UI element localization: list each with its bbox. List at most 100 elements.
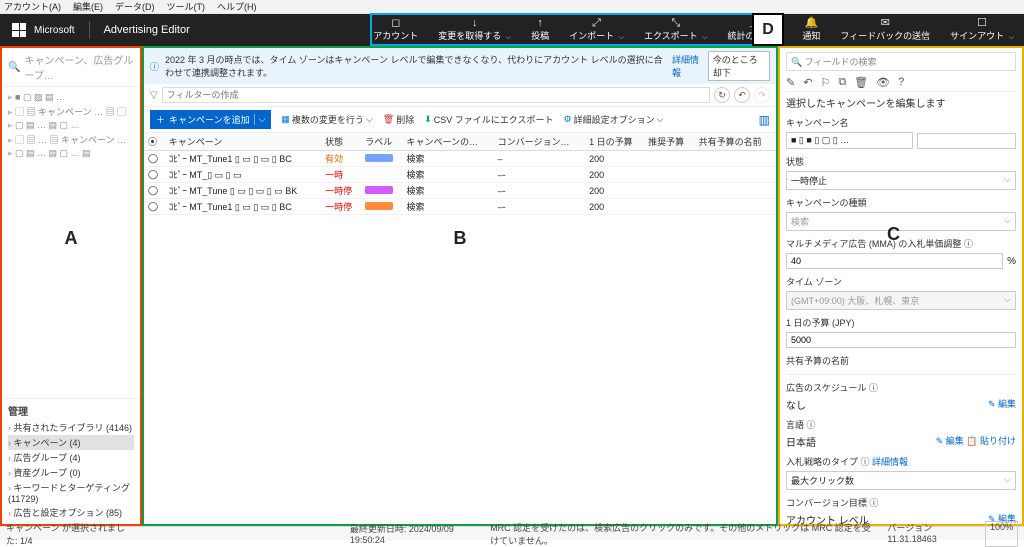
- nav-icon: ⤴: [749, 18, 760, 29]
- column-header[interactable]: 状態: [321, 133, 361, 151]
- tree-item[interactable]: ▢ ▤ … ▤ キャンペーン …: [8, 132, 134, 147]
- management-section: 管理 共有されたライブラリ (4146)キャンペーン (4)広告グループ (4)…: [2, 398, 140, 524]
- center-pane: ⓘ 2022 年 3 月の時点では、タイム ゾーンはキャンペーン レベルで編集で…: [142, 46, 778, 526]
- pencil-icon[interactable]: ✎: [786, 76, 795, 89]
- detail-options-button[interactable]: ⚙ 詳細設定オプション ⌵: [564, 113, 664, 126]
- annotation-letter-c: C: [887, 224, 900, 245]
- multi-edit-button[interactable]: ▦ 複数の変更を行う ⌵: [281, 113, 372, 126]
- campaign-name-input[interactable]: [917, 133, 1017, 149]
- info-icon: ⓘ: [150, 60, 159, 73]
- column-header[interactable]: 1 日の予算: [585, 133, 644, 151]
- label-shared-budget: 共有予算の名前: [786, 354, 1016, 367]
- preview-icon[interactable]: 👁: [876, 76, 890, 89]
- nav-icon: 🔔: [804, 18, 818, 29]
- field-search[interactable]: 🔍 フィールドの検索: [786, 52, 1016, 71]
- undo-icon[interactable]: ↶: [803, 76, 812, 89]
- nav-item[interactable]: ◻アカウント: [363, 14, 428, 46]
- columns-icon[interactable]: ▥: [759, 113, 770, 127]
- export-csv-button[interactable]: ⬇ CSV ファイルにエクスポート: [424, 113, 553, 126]
- mgmt-item[interactable]: キーワードとターゲティング (11729): [8, 480, 134, 505]
- column-header[interactable]: 共有予算の名前: [695, 133, 776, 151]
- tree-item[interactable]: ▢ ▤ … ▤ ▢ …: [8, 119, 134, 132]
- menu-item[interactable]: アカウント(A): [4, 0, 61, 13]
- add-campaign-button[interactable]: ＋ キャンペーンを追加 ⌵: [150, 110, 271, 129]
- nav-item[interactable]: ↓変更を取得する ⌵: [428, 14, 521, 46]
- column-header[interactable]: キャンペーン: [165, 133, 321, 151]
- mgmt-item[interactable]: 広告と設定オプション (85): [8, 505, 134, 520]
- top-nav: ◻アカウント↓変更を取得する ⌵↑投稿⤢インポート ⌵⤡エクスポート ⌵⤴統計の…: [363, 14, 1024, 46]
- menu-item[interactable]: データ(D): [115, 0, 155, 13]
- status-mrc: MRC 認定を受けたのは、検索広告のクリックのみです。その他のメトリックは MR…: [490, 521, 873, 547]
- column-header[interactable]: ⦿: [144, 133, 165, 151]
- filter-icon: ▽: [150, 90, 158, 101]
- filter-row: ▽ ↻ ↶ ↷: [144, 84, 776, 107]
- table-row[interactable]: ◯ｺﾋﾟｰ MT_Tune ▯ ▭ ▯ ▭ ▯ ▭ BK一時停検索–-200: [144, 183, 776, 199]
- search-icon: 🔍: [8, 62, 20, 73]
- label-language: 言語 ⓘ: [786, 418, 1016, 431]
- flag-icon[interactable]: ⚐: [820, 76, 830, 89]
- language-edit-link[interactable]: ✎ 編集 📋 貼り付け: [936, 434, 1016, 447]
- status-zoom[interactable]: 100%: [985, 521, 1018, 547]
- info-dismiss-button[interactable]: 今のところ却下: [708, 51, 770, 81]
- nav-item[interactable]: 🔔通知: [792, 14, 830, 46]
- mgmt-item[interactable]: 資産グループ (0): [8, 465, 134, 480]
- label-status: 状態: [786, 155, 1016, 168]
- nav-item[interactable]: ⤡エクスポート ⌵: [634, 14, 718, 46]
- mma-input[interactable]: [786, 253, 1003, 269]
- redo-button[interactable]: ↷: [754, 87, 770, 103]
- menubar: アカウント(A) 編集(E) データ(D) ツール(T) ヘルプ(H): [0, 0, 1024, 14]
- brand: Microsoft Advertising Editor: [0, 21, 202, 39]
- info-text: 2022 年 3 月の時点では、タイム ゾーンはキャンペーン レベルで編集できな…: [165, 53, 666, 79]
- column-header[interactable]: ラベル: [361, 133, 402, 151]
- tree-item[interactable]: ■ ▢ ▨ ▤ …: [8, 91, 134, 104]
- center-toolbar: ＋ キャンペーンを追加 ⌵ ▦ 複数の変更を行う ⌵ 🗑 削除 ⬇ CSV ファ…: [144, 107, 776, 133]
- label-campaign-name: キャンペーン名: [786, 116, 1016, 129]
- bid-info-link[interactable]: 詳細情報: [872, 457, 908, 467]
- table-row[interactable]: ◯ｺﾋﾟｰ MT_Tune1 ▯ ▭ ▯ ▭ ▯ BC一時停検索–-200: [144, 199, 776, 215]
- refresh-button[interactable]: ↻: [714, 87, 730, 103]
- mgmt-item[interactable]: 広告グループ (4): [8, 450, 134, 465]
- label-conversion: コンバージョン目標 ⓘ: [786, 496, 1016, 509]
- column-header[interactable]: 推奨予算: [644, 133, 694, 151]
- campaign-grid[interactable]: ⦿キャンペーン状態ラベルキャンペーンの…コンバージョン…1 日の予算推奨予算共有…: [144, 133, 776, 524]
- menu-item[interactable]: ツール(T): [167, 0, 206, 13]
- nav-icon: ⤡: [671, 18, 680, 29]
- nav-item[interactable]: ☐サインアウト ⌵: [940, 14, 1024, 46]
- undo-button[interactable]: ↶: [734, 87, 750, 103]
- help-icon[interactable]: ?: [898, 76, 904, 89]
- copy-icon[interactable]: ⧉: [838, 76, 846, 89]
- nav-item[interactable]: ✉フィードバックの送信: [830, 14, 940, 46]
- status-updated: 最終更新日時: 2024/09/09 19:50:24: [350, 522, 474, 545]
- table-row[interactable]: ◯ｺﾋﾟｰ MT_▯ ▭ ▯ ▭一時検索–-200: [144, 167, 776, 183]
- delete-button[interactable]: 🗑 削除: [383, 113, 414, 126]
- annotation-letter-a: A: [2, 228, 140, 249]
- table-row[interactable]: ◯ｺﾋﾟｰ MT_Tune1 ▯ ▭ ▯ ▭ ▯ BC有効検索–200: [144, 151, 776, 167]
- mgmt-item[interactable]: 共有されたライブラリ (4146): [8, 420, 134, 435]
- column-header[interactable]: コンバージョン…: [494, 133, 585, 151]
- left-pane: 🔍 キャンペーン、広告グループ… ■ ▢ ▨ ▤ …▢ ▤ キャンペーン … ▤…: [0, 46, 142, 526]
- budget-input[interactable]: [786, 332, 1016, 348]
- tree-item[interactable]: ▢ ▤ キャンペーン … ▤ ▢: [8, 104, 134, 119]
- info-link[interactable]: 詳細情報: [672, 53, 702, 79]
- bid-strategy-dropdown[interactable]: 最大クリック数: [786, 471, 1016, 490]
- nav-item[interactable]: ⤢インポート ⌵: [559, 14, 634, 46]
- nav-item[interactable]: ↑投稿: [521, 14, 559, 46]
- column-header[interactable]: キャンペーンの…: [403, 133, 494, 151]
- mgmt-item[interactable]: キャンペーン (4): [8, 435, 134, 450]
- campaign-name-display: ■ ▯ ■ ▯ ▢ ▯ …: [786, 132, 913, 149]
- tree-item[interactable]: ▢ ▤ … ▤ ▢ … ▤: [8, 147, 134, 160]
- left-search[interactable]: 🔍 キャンペーン、広告グループ…: [2, 48, 140, 87]
- filter-input[interactable]: [162, 87, 710, 103]
- nav-icon: ☐: [977, 18, 987, 29]
- campaign-type-dropdown[interactable]: 検索: [786, 212, 1016, 231]
- schedule-edit-link[interactable]: ✎ 編集: [988, 397, 1016, 410]
- label-campaign-type: キャンペーンの種類: [786, 196, 1016, 209]
- status-dropdown[interactable]: 一時停止: [786, 171, 1016, 190]
- campaign-tree[interactable]: ■ ▢ ▨ ▤ …▢ ▤ キャンペーン … ▤ ▢▢ ▤ … ▤ ▢ …▢ ▤ …: [2, 87, 140, 164]
- nav-icon: ◻: [391, 18, 400, 29]
- grid-body: ◯ｺﾋﾟｰ MT_Tune1 ▯ ▭ ▯ ▭ ▯ BC有効検索–200◯ｺﾋﾟｰ…: [144, 151, 776, 215]
- trash-icon[interactable]: 🗑: [854, 76, 868, 89]
- menu-item[interactable]: 編集(E): [73, 0, 103, 13]
- menu-item[interactable]: ヘルプ(H): [217, 0, 257, 13]
- nav-item[interactable]: ⤴統計の表示 ⌵: [718, 14, 793, 46]
